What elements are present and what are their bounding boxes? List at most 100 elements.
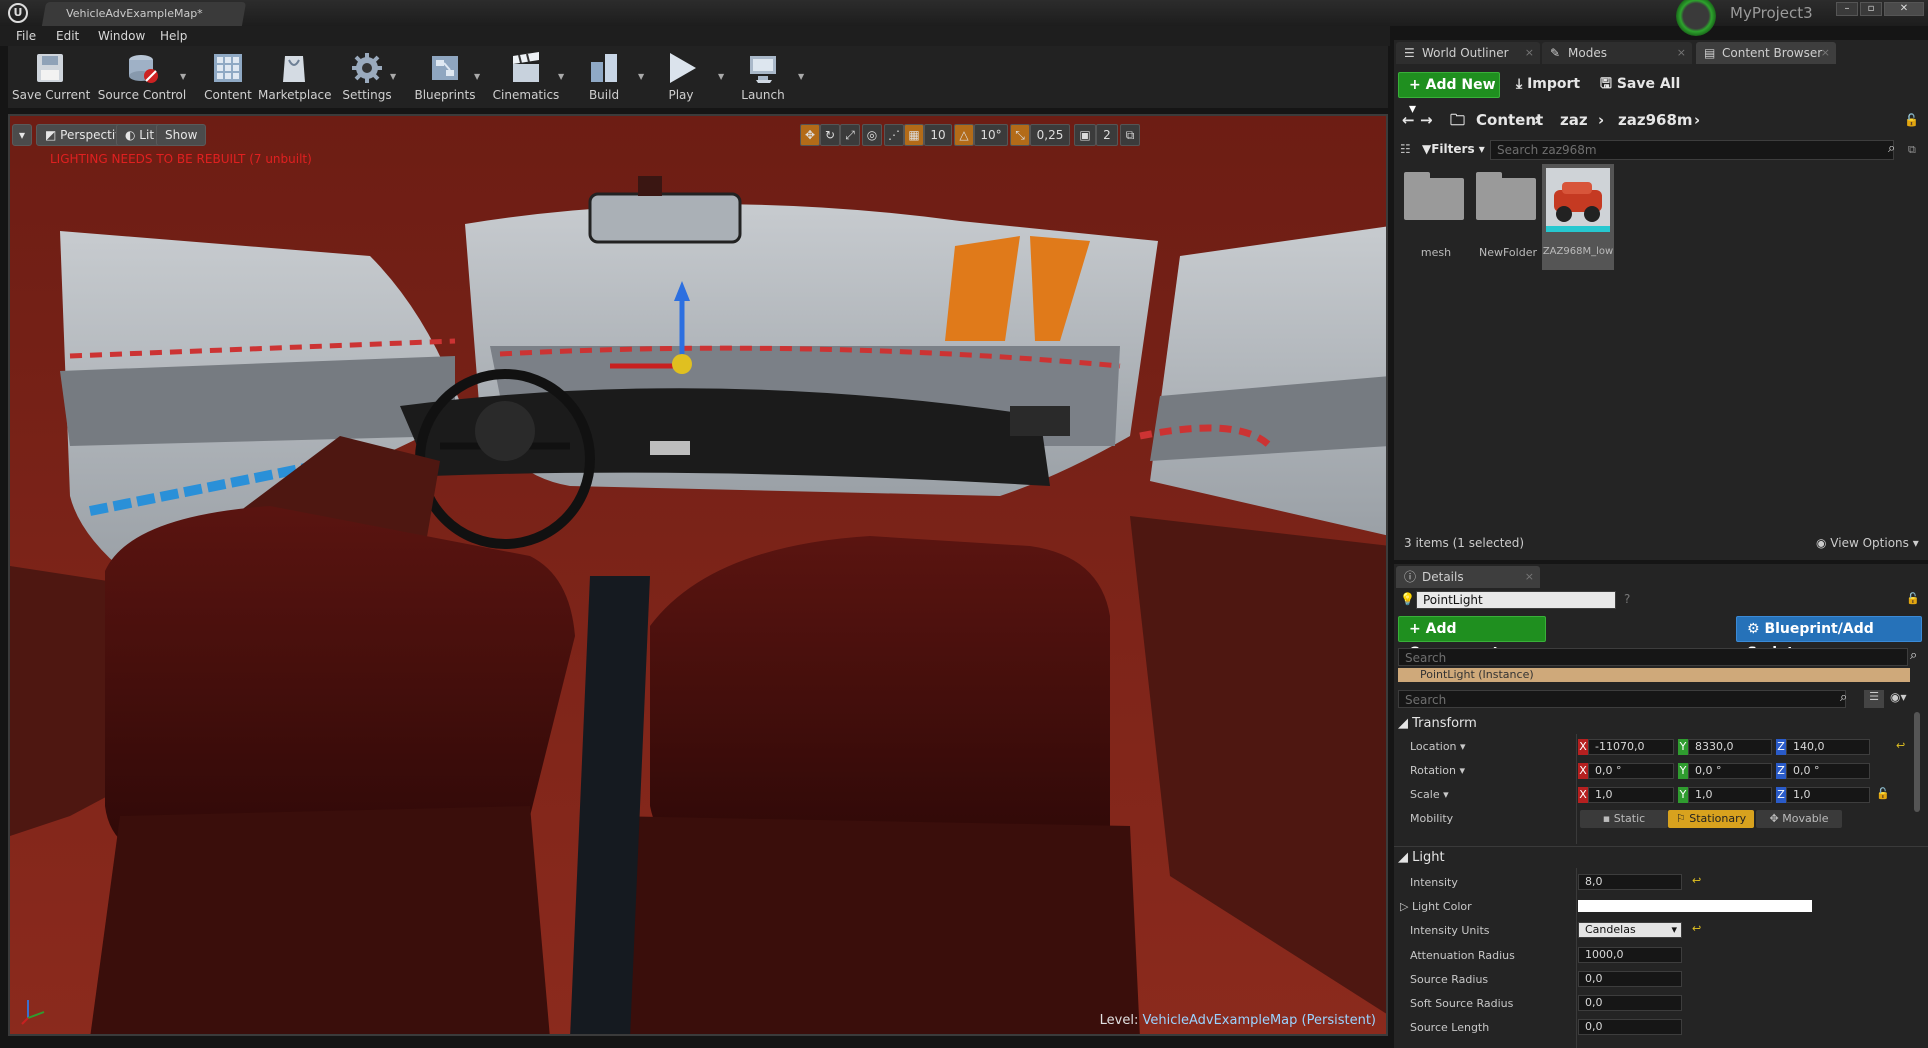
camera-speed-icon[interactable]: ▣ (1074, 124, 1096, 146)
grid-snap-icon[interactable]: ▦ (904, 124, 924, 146)
details-search-input[interactable]: Search (1398, 690, 1846, 708)
maximize-viewport-icon[interactable]: ⧉ (1120, 124, 1140, 146)
settings-button[interactable]: Settings (336, 48, 398, 106)
blueprint-add-script-button[interactable]: ⚙ Blueprint/Add Script (1736, 616, 1922, 661)
light-color-label[interactable]: ▷ Light Color (1400, 900, 1472, 913)
tab-content-browser[interactable]: ▤ Content Browser × (1696, 42, 1836, 64)
maximize-button[interactable]: ▫ (1860, 2, 1882, 16)
launch-button[interactable]: Launch (732, 48, 794, 106)
camera-speed-value[interactable]: 2 (1096, 124, 1118, 146)
settings-dropdown[interactable]: ▼ (390, 72, 400, 81)
transform-section-header[interactable]: ◢ Transform (1398, 714, 1477, 734)
blueprints-dropdown[interactable]: ▼ (474, 72, 484, 81)
history-icon[interactable]: ⧉ (1908, 143, 1916, 157)
mobility-movable-button[interactable]: ✥ Movable (1756, 810, 1842, 828)
scale-label[interactable]: Scale ▾ (1410, 788, 1449, 801)
location-label[interactable]: Location ▾ (1410, 740, 1466, 753)
source-length-field[interactable]: 0,0 (1578, 1019, 1682, 1035)
property-matrix-icon[interactable]: ☰ (1864, 690, 1884, 708)
scale-snap-value[interactable]: 0,25 (1030, 124, 1070, 146)
actor-name-field[interactable]: PointLight (1416, 591, 1616, 609)
minimize-button[interactable]: – (1836, 2, 1858, 16)
scale-mode-icon[interactable]: ⤢ (840, 124, 860, 146)
reset-to-default-icon[interactable]: ↩ (1896, 739, 1905, 752)
soft-source-radius-field[interactable]: 0,0 (1578, 995, 1682, 1011)
level-viewport[interactable]: ▾ ◩ Perspective ◐ Lit Show LIGHTING NEED… (8, 114, 1388, 1036)
lock-icon[interactable]: 🔓 (1904, 108, 1919, 132)
menu-file[interactable]: File (16, 26, 36, 46)
sources-toggle-icon[interactable]: ☷ (1400, 142, 1411, 156)
component-row-pointlight[interactable]: PointLight (Instance) (1398, 668, 1910, 682)
forward-arrow-icon[interactable]: → (1420, 108, 1433, 132)
scale-lock-icon[interactable]: 🔓 (1876, 787, 1890, 800)
launch-dropdown[interactable]: ▼ (798, 72, 808, 81)
tab-modes[interactable]: ✎ Modes × (1542, 42, 1692, 64)
component-search-input[interactable]: Search (1398, 648, 1908, 666)
play-button[interactable]: Play (654, 48, 708, 106)
close-icon[interactable]: × (1525, 42, 1534, 64)
menu-window[interactable]: Window (98, 26, 145, 46)
scale-x-field[interactable]: 1,0 (1588, 787, 1674, 803)
content-search-input[interactable]: Search zaz968m (1490, 140, 1894, 160)
rotation-y-field[interactable]: 0,0 ° (1688, 763, 1772, 779)
rotation-snap-icon[interactable]: △ (954, 124, 974, 146)
breadcrumb-zaz968m[interactable]: zaz968m (1618, 108, 1693, 132)
menu-help[interactable]: Help (160, 26, 187, 46)
menu-edit[interactable]: Edit (56, 26, 79, 46)
show-button[interactable]: Show (156, 124, 207, 146)
add-component-button[interactable]: + Add Component ▾ (1398, 616, 1546, 661)
translate-mode-icon[interactable]: ✥ (800, 124, 820, 146)
add-new-button[interactable]: + Add New ▾ (1398, 72, 1500, 117)
content-button[interactable]: Content (200, 48, 256, 106)
document-tab[interactable]: VehicleAdvExampleMap* (41, 2, 247, 26)
source-control-button[interactable]: Source Control (94, 48, 190, 106)
mobility-stationary-button[interactable]: ⚐ Stationary (1668, 810, 1754, 828)
location-z-field[interactable]: 140,0 (1786, 739, 1870, 755)
close-icon[interactable]: × (1821, 42, 1830, 64)
lock-icon[interactable]: 🔓 (1906, 592, 1920, 605)
rotation-label[interactable]: Rotation ▾ (1410, 764, 1465, 777)
import-button[interactable]: ⤓ Import (1516, 72, 1580, 96)
surface-snap-icon[interactable]: ⋰ (884, 124, 904, 146)
build-dropdown[interactable]: ▼ (638, 72, 648, 81)
play-dropdown[interactable]: ▼ (718, 72, 728, 81)
viewport-options-button[interactable]: ▾ (12, 124, 32, 146)
build-button[interactable]: Build (574, 48, 634, 106)
asset-tile-newfolder[interactable]: NewFolder (1474, 168, 1542, 268)
details-scrollbar[interactable] (1914, 712, 1920, 812)
close-icon[interactable]: × (1677, 42, 1686, 64)
light-color-swatch[interactable] (1578, 900, 1812, 912)
marketplace-button[interactable]: Marketplace (258, 48, 332, 106)
breadcrumb-zaz[interactable]: zaz (1560, 108, 1588, 132)
light-section-header[interactable]: ◢ Light (1398, 848, 1445, 868)
rotation-x-field[interactable]: 0,0 ° (1588, 763, 1674, 779)
save-all-button[interactable]: 🖫 Save All (1600, 72, 1680, 96)
filters-button[interactable]: ▼Filters ▾ (1422, 142, 1485, 156)
scale-z-field[interactable]: 1,0 (1786, 787, 1870, 803)
rotation-z-field[interactable]: 0,0 ° (1786, 763, 1870, 779)
view-options-button[interactable]: ◉ View Options ▾ (1816, 536, 1919, 550)
cinematics-button[interactable]: Cinematics (490, 48, 562, 106)
save-current-button[interactable]: Save Current (12, 48, 90, 106)
visibility-eye-icon[interactable]: ◉▾ (1890, 690, 1907, 704)
asset-tile-mesh[interactable]: mesh (1402, 168, 1470, 268)
cinematics-dropdown[interactable]: ▼ (558, 72, 568, 81)
reset-to-default-icon[interactable]: ↩ (1692, 874, 1701, 887)
tab-details[interactable]: ⓘ Details × (1396, 566, 1540, 588)
location-x-field[interactable]: -11070,0 (1588, 739, 1674, 755)
help-icon[interactable]: ? (1624, 592, 1630, 606)
grid-snap-value[interactable]: 10 (924, 124, 952, 146)
location-y-field[interactable]: 8330,0 (1688, 739, 1772, 755)
scale-snap-icon[interactable]: ⤡ (1010, 124, 1030, 146)
asset-tile-zaz968m-low[interactable]: ZAZ968M_low (1542, 164, 1614, 270)
rotation-snap-value[interactable]: 10° (974, 124, 1008, 146)
intensity-field[interactable]: 8,0 (1578, 874, 1682, 890)
blueprints-button[interactable]: Blueprints (408, 48, 482, 106)
source-radius-field[interactable]: 0,0 (1578, 971, 1682, 987)
close-icon[interactable]: × (1525, 566, 1534, 588)
scale-y-field[interactable]: 1,0 (1688, 787, 1772, 803)
intensity-units-select[interactable]: Candelas ▾ (1578, 922, 1682, 938)
back-arrow-icon[interactable]: ← (1402, 108, 1415, 132)
tab-world-outliner[interactable]: ☰ World Outliner × (1396, 42, 1540, 64)
source-control-dropdown[interactable]: ▼ (180, 72, 190, 81)
